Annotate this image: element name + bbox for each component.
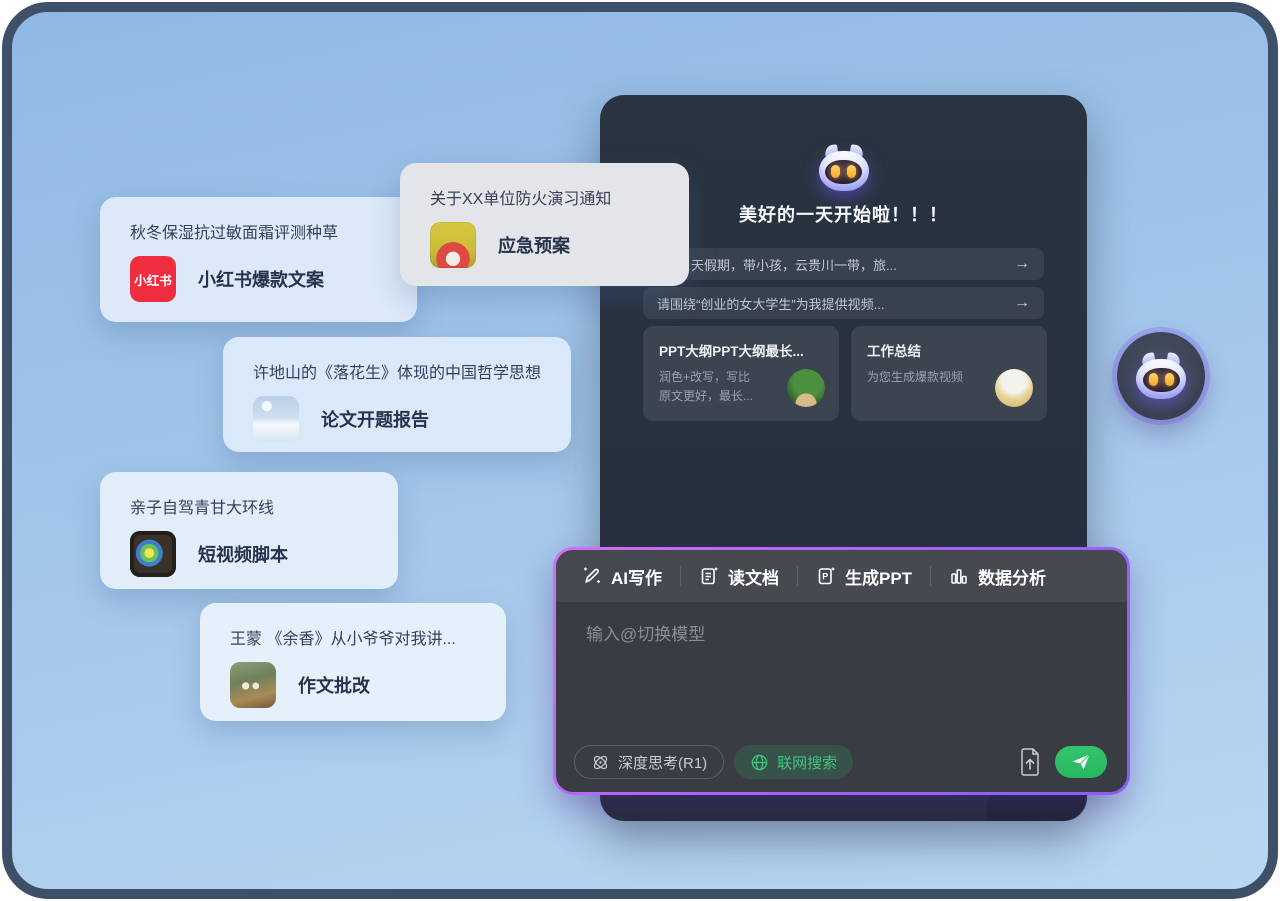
robot-head	[1136, 359, 1186, 399]
composer-actions: 深度思考(R1) 联网搜索	[574, 745, 1107, 779]
paper-plane-icon	[1071, 753, 1091, 771]
robot-face	[825, 160, 862, 184]
tool-data-analysis[interactable]: 数据分析	[949, 564, 1046, 589]
toolbar-divider	[680, 566, 681, 586]
quick-card-work-summary[interactable]: 工作总结 为您生成爆款视频	[851, 326, 1047, 421]
card-label: 论文开题报告	[321, 406, 429, 432]
robot-eye	[847, 165, 856, 178]
card-thesis-proposal[interactable]: 许地山的《落花生》体现的中国哲学思想 论文开题报告	[223, 337, 571, 452]
card-title: 关于XX单位防火演习通知	[430, 185, 667, 209]
svg-text:P: P	[822, 572, 828, 582]
robot-mascot-icon	[1136, 353, 1186, 399]
document-sparkle-icon	[699, 566, 719, 586]
file-upload-icon	[1018, 748, 1042, 776]
card-title: 许地山的《落花生》体现的中国哲学思想	[253, 359, 549, 383]
card-essay-correction[interactable]: 王蒙 《余香》从小爷爷对我讲... 作文批改	[200, 603, 506, 721]
robot-eye	[1165, 373, 1174, 386]
composer-toolbar: AI写作 读文档 P	[556, 550, 1127, 602]
quick-card-desc: 润色+改写，写比 原文更好，最长...	[659, 368, 777, 405]
robot-eye	[1149, 373, 1158, 386]
quick-card-title: 工作总结	[867, 340, 1033, 360]
assistant-launcher-button[interactable]	[1117, 332, 1205, 420]
card-short-video-script[interactable]: 亲子自驾青甘大环线 短视频脚本	[100, 472, 398, 589]
card-emergency-plan[interactable]: 关于XX单位防火演习通知 应急预案	[400, 163, 689, 286]
quick-card-ppt-outline[interactable]: PPT大纲PPT大纲最长... 润色+改写，写比 原文更好，最长...	[643, 326, 839, 421]
tool-ai-writing[interactable]: AI写作	[582, 564, 662, 589]
composer-panel: AI写作 读文档 P	[553, 547, 1130, 795]
ppt-document-icon: P	[816, 566, 836, 586]
open-book-image	[253, 396, 299, 442]
robot-mascot-icon	[819, 145, 869, 191]
web-search-toggle[interactable]: 联网搜索	[734, 745, 853, 779]
send-button[interactable]	[1055, 746, 1107, 778]
baby-white-hat-avatar	[995, 369, 1033, 407]
atom-icon	[591, 753, 610, 772]
file-upload-button[interactable]	[1015, 745, 1045, 779]
card-title: 王蒙 《余香》从小爷爷对我讲...	[230, 625, 484, 649]
card-label: 应急预案	[498, 232, 570, 258]
globe-icon	[750, 753, 769, 772]
robot-eye	[831, 165, 840, 178]
bar-chart-icon	[949, 566, 969, 586]
suggestion-text: 请围绕“创业的女大学生”为我提供视频...	[657, 294, 885, 313]
glasses-book-image	[230, 662, 276, 708]
plant-person-avatar	[787, 369, 825, 407]
arrow-right-icon: →	[1014, 294, 1030, 312]
card-xiaohongshu-copywriting[interactable]: 秋冬保湿抗过敏面霜评测种草 小红书 小红书爆款文案	[100, 197, 417, 322]
pencil-sparkle-icon	[582, 566, 602, 586]
message-input[interactable]: 输入@切换模型	[556, 602, 1127, 732]
suggestion-row-video[interactable]: 请围绕“创业的女大学生”为我提供视频... →	[643, 287, 1044, 319]
robot-head	[819, 151, 869, 191]
robot-face	[1143, 368, 1180, 392]
quick-card-title: PPT大纲PPT大纲最长...	[659, 340, 825, 360]
card-label: 作文批改	[298, 672, 370, 698]
toolbar-divider	[930, 566, 931, 586]
quick-card-desc: 为您生成爆款视频	[867, 368, 985, 387]
retro-tv-image	[130, 531, 176, 577]
tool-generate-ppt[interactable]: P 生成PPT	[816, 564, 912, 589]
deep-think-toggle[interactable]: 深度思考(R1)	[574, 745, 724, 779]
alarm-clock-image	[430, 222, 476, 268]
tool-read-document[interactable]: 读文档	[699, 564, 779, 589]
app-canvas: 美好的一天开始啦！！！ 天假期，带小孩，云贵川一带，旅... → 请围绕“创业的…	[2, 2, 1278, 899]
xiaohongshu-logo: 小红书	[130, 256, 176, 302]
card-label: 短视频脚本	[198, 541, 288, 567]
arrow-right-icon: →	[1014, 255, 1030, 273]
suggestion-row-trip[interactable]: 天假期，带小孩，云贵川一带，旅... →	[643, 248, 1044, 280]
composer-inner: AI写作 读文档 P	[556, 550, 1127, 792]
input-placeholder: 输入@切换模型	[586, 620, 705, 645]
card-title: 秋冬保湿抗过敏面霜评测种草	[130, 219, 395, 243]
card-title: 亲子自驾青甘大环线	[130, 494, 376, 518]
toolbar-divider	[797, 566, 798, 586]
suggestion-text: 天假期，带小孩，云贵川一带，旅...	[691, 255, 897, 274]
card-label: 小红书爆款文案	[198, 266, 324, 292]
panel-shadow	[987, 791, 1087, 821]
